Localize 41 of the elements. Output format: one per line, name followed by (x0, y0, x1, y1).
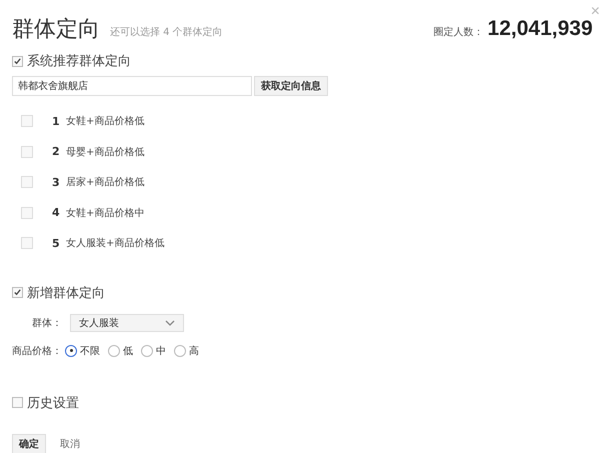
checkbox[interactable] (21, 237, 33, 250)
radio-button[interactable] (174, 344, 186, 356)
group-select[interactable]: 女人服装 (70, 314, 184, 332)
option-label: 高 (189, 344, 199, 358)
fetch-button[interactable]: 获取定向信息 (254, 76, 328, 96)
item-number: 4 (52, 206, 61, 220)
checkbox[interactable] (21, 146, 33, 158)
option-label: 低 (123, 344, 133, 358)
confirm-button[interactable]: 确定 (12, 434, 46, 453)
checkbox[interactable] (12, 287, 23, 298)
audience-count: 12,041,939 (488, 17, 593, 41)
section-label: 系统推荐群体定向 (27, 53, 131, 70)
item-label: 女人服装+商品价格低 (66, 236, 164, 250)
item-label: 女鞋+商品价格低 (66, 114, 144, 128)
radio-button[interactable] (65, 344, 77, 356)
radio-button[interactable] (141, 344, 153, 356)
checkbox[interactable] (21, 206, 33, 219)
option-label: 不限 (80, 344, 100, 358)
checkbox[interactable] (12, 397, 23, 408)
price-label: 商品价格： (12, 344, 62, 358)
section-label: 历史设置 (27, 394, 79, 412)
chevron-down-icon (165, 320, 175, 326)
shop-input-field[interactable]: 韩都衣舍旗舰店 (12, 76, 252, 96)
item-number: 1 (52, 114, 61, 128)
checkbox[interactable] (12, 56, 23, 66)
section-label: 新增群体定向 (27, 284, 105, 302)
item-label: 女鞋+商品价格中 (66, 206, 144, 220)
option-label: 中 (156, 344, 166, 358)
item-label: 居家+商品价格低 (66, 176, 144, 190)
radio-button[interactable] (108, 344, 120, 356)
count-label: 圈定人数： (434, 26, 484, 39)
group-label: 群体： (32, 316, 62, 330)
dialog-title: 群体定向 (12, 16, 100, 44)
item-number: 3 (52, 176, 61, 189)
remaining-hint: 还可以选择 4 个群体定向 (110, 26, 223, 39)
item-number: 5 (52, 236, 61, 250)
checkbox[interactable] (21, 115, 33, 128)
cancel-button[interactable]: 取消 (60, 436, 80, 450)
checkbox[interactable] (21, 176, 33, 188)
item-label: 母婴+商品价格低 (66, 146, 144, 159)
item-number: 2 (52, 145, 61, 158)
